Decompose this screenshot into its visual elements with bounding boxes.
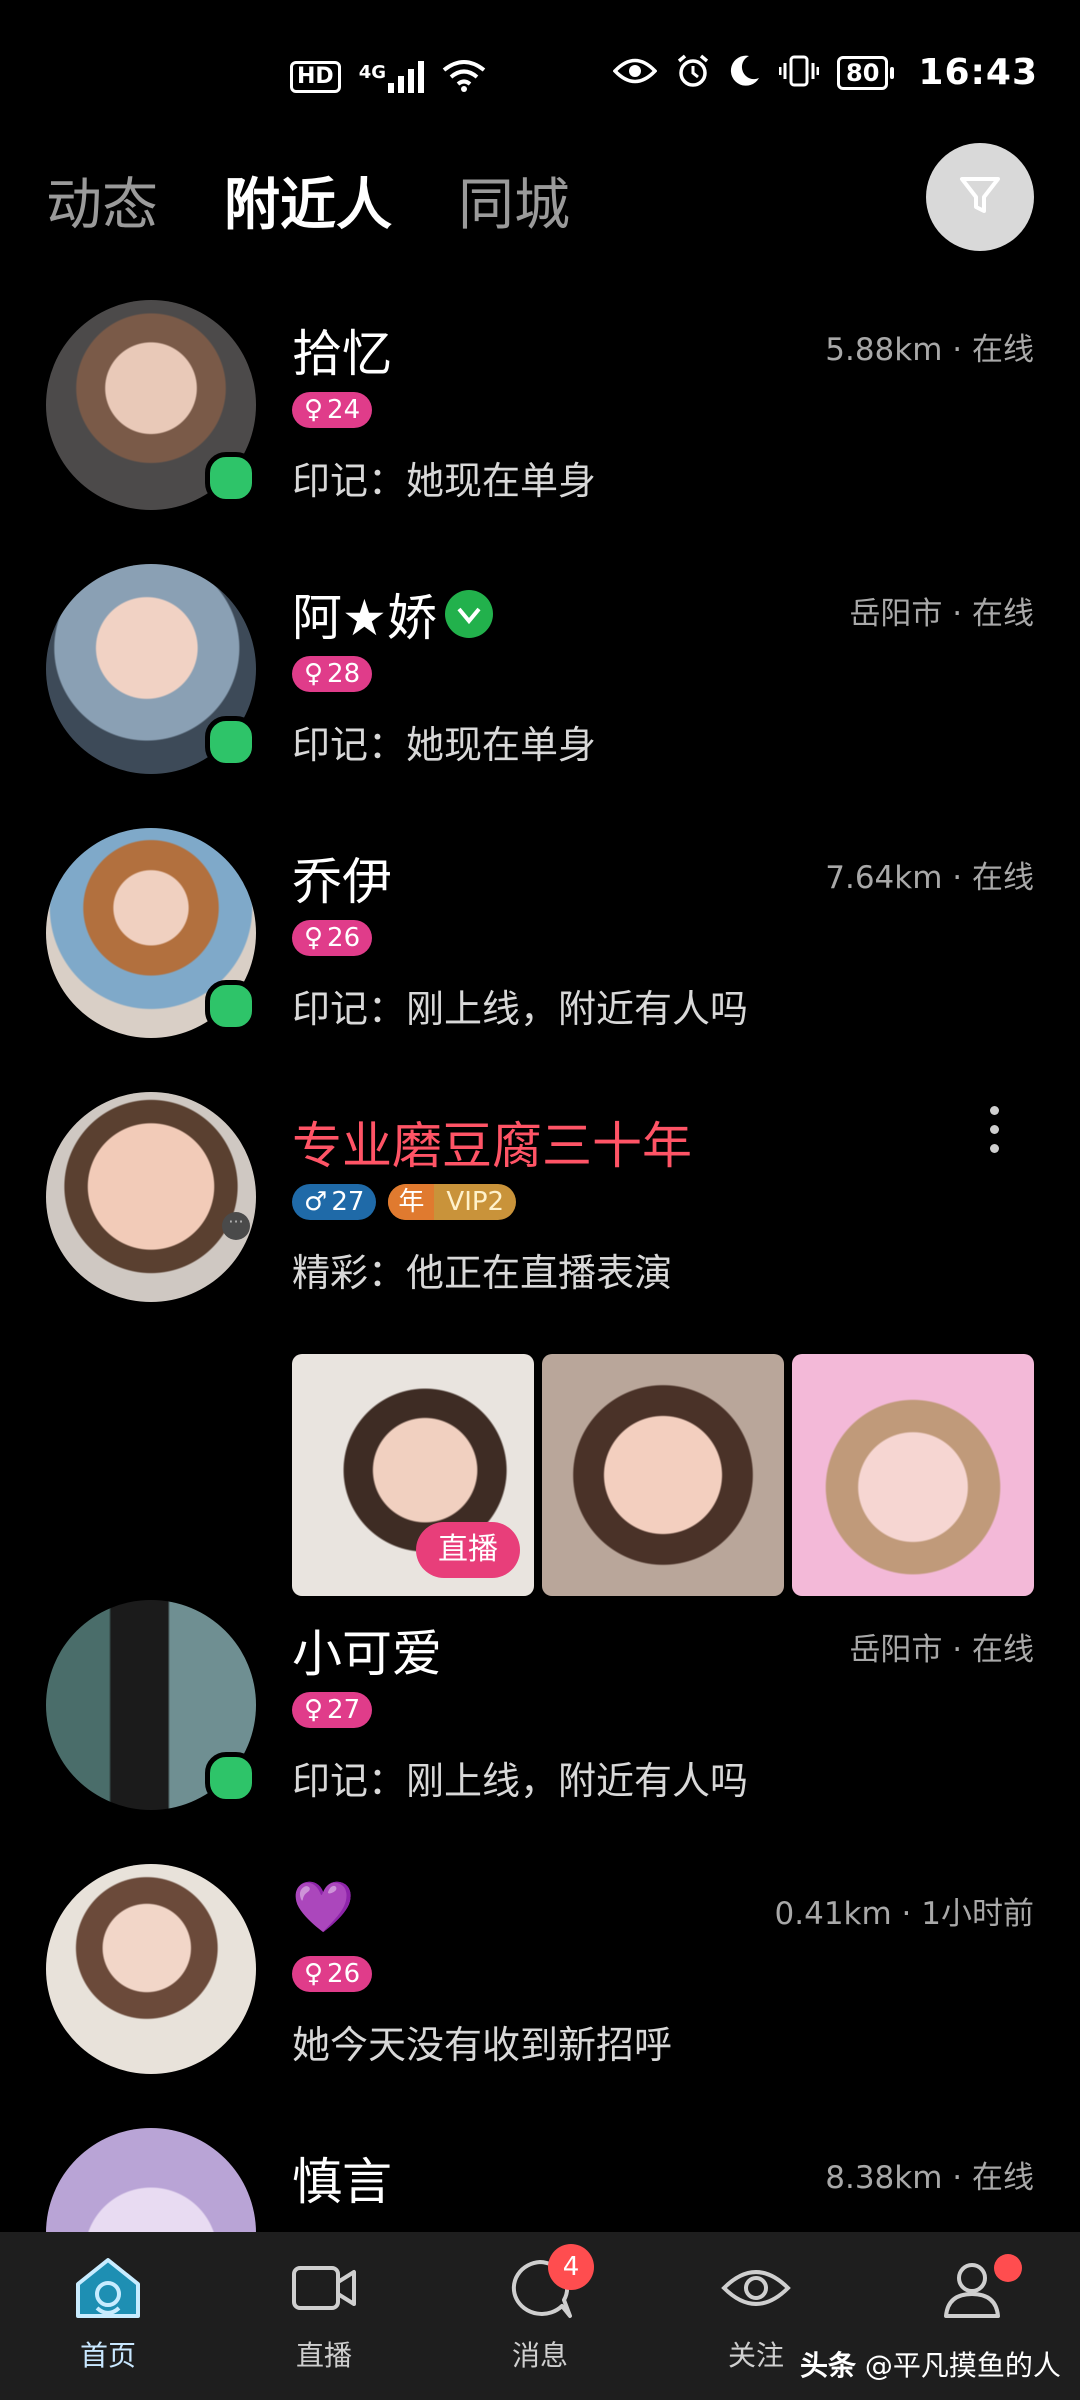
- distance-status: 5.88km · 在线: [825, 332, 1034, 368]
- avatar[interactable]: [46, 1092, 256, 1302]
- more-options-button[interactable]: [990, 1106, 1000, 1153]
- distance-status: 岳阳市 · 在线: [849, 596, 1034, 632]
- watermark: 头条 @平凡摸鱼的人: [800, 2344, 1061, 2384]
- female-icon: ♀: [304, 659, 324, 689]
- list-item[interactable]: ··· 专业磨豆腐三十年 ♂ 27 年 VIP2 精彩：他正在直播表演 直播: [0, 1084, 1080, 1596]
- badges: ♀ 28: [292, 656, 373, 692]
- user-signature: 印记：她现在单身: [292, 459, 597, 503]
- wifi-icon: [442, 58, 486, 96]
- male-icon: ♂: [304, 1187, 328, 1217]
- tab-feed[interactable]: 动态: [46, 160, 158, 241]
- eye-icon: [720, 2256, 792, 2324]
- home-icon: [72, 2256, 144, 2324]
- nav-messages[interactable]: 4 消息: [432, 2232, 648, 2400]
- avatar[interactable]: [46, 1864, 256, 2074]
- badges: ♂ 27 年 VIP2: [292, 1184, 517, 1220]
- distance-status: 岳阳市 · 在线: [849, 1632, 1034, 1668]
- tab-nearby[interactable]: 附近人: [224, 160, 392, 241]
- user-name: 小可爱: [292, 1625, 442, 1683]
- nearby-user-list: 拾忆 5.88km · 在线 ♀ 24 印记：她现在单身 阿★娇 岳阳市 · 在线…: [0, 292, 1080, 2338]
- female-icon: ♀: [304, 923, 324, 953]
- user-name: 💜: [292, 1878, 354, 1937]
- user-signature: 精彩：他正在直播表演: [292, 1251, 673, 1295]
- nav-label: 关注: [727, 2339, 784, 2372]
- clock: 16:43: [918, 52, 1038, 93]
- badges: ♀ 24: [292, 392, 373, 428]
- user-signature: 印记：她现在单身: [292, 723, 597, 767]
- badges: ♀ 27: [292, 1692, 373, 1728]
- list-item[interactable]: 拾忆 5.88km · 在线 ♀ 24 印记：她现在单身: [0, 292, 1080, 556]
- more-dots-icon: ···: [222, 1212, 250, 1240]
- live-thumbnail[interactable]: 直播: [292, 1354, 534, 1596]
- photo-thumbnail[interactable]: [542, 1354, 784, 1596]
- nav-label: 首页: [79, 2339, 136, 2372]
- female-icon: ♀: [304, 1959, 324, 1989]
- notification-dot: [994, 2254, 1022, 2282]
- video-icon: [288, 2256, 360, 2324]
- alarm-icon: [675, 53, 711, 93]
- cellular-signal-icon: 4G: [359, 61, 424, 93]
- nav-label: 直播: [295, 2339, 352, 2372]
- gender-age-badge: ♀ 27: [292, 1692, 373, 1728]
- user-signature: 她今天没有收到新招呼: [292, 2023, 673, 2067]
- distance-status: 8.38km · 在线: [825, 2160, 1034, 2196]
- distance-status: 0.41km · 1小时前: [774, 1896, 1034, 1932]
- online-status-dot: [205, 1752, 257, 1804]
- female-icon: ♀: [304, 395, 324, 425]
- watermark-brand: 头条: [800, 2349, 857, 2382]
- online-status-dot: [205, 716, 257, 768]
- gender-age-badge: ♀ 26: [292, 920, 373, 956]
- user-name: 阿★娇: [292, 578, 493, 650]
- list-item[interactable]: 小可爱 岳阳市 · 在线 ♀ 27 印记：刚上线，附近有人吗: [0, 1592, 1080, 1856]
- do-not-disturb-moon-icon: [729, 54, 761, 92]
- gender-age-badge: ♀ 28: [292, 656, 373, 692]
- online-status-dot: [205, 452, 257, 504]
- photo-thumbnail[interactable]: [792, 1354, 1034, 1596]
- online-status-dot: [205, 980, 257, 1032]
- nav-live[interactable]: 直播: [216, 2232, 432, 2400]
- filter-button[interactable]: [926, 143, 1034, 251]
- status-bar: HD 4G 80 16:43: [0, 0, 1080, 150]
- distance-status: 7.64km · 在线: [825, 860, 1034, 896]
- list-item[interactable]: 慎言 8.38km · 在线: [0, 2120, 1080, 2338]
- user-signature: 印记：刚上线，附近有人吗: [292, 987, 749, 1031]
- badges: ♀ 26: [292, 920, 373, 956]
- vibrate-icon: [778, 54, 820, 92]
- user-name: 拾忆: [292, 325, 392, 383]
- list-item[interactable]: 💜 0.41km · 1小时前 ♀ 26 她今天没有收到新招呼: [0, 1856, 1080, 2120]
- unread-count-badge: 4: [548, 2244, 594, 2290]
- hd-indicator: HD: [290, 61, 341, 93]
- top-tabs: 动态 附近人 同城: [46, 160, 570, 241]
- vip-badge: 年 VIP2: [388, 1184, 517, 1220]
- user-signature: 印记：刚上线，附近有人吗: [292, 1759, 749, 1803]
- user-name: 慎言: [292, 2153, 392, 2211]
- network-type: 4G: [358, 62, 386, 83]
- verified-check-icon: [444, 590, 493, 638]
- user-name: 专业磨豆腐三十年: [292, 1117, 692, 1175]
- gender-age-badge: ♀ 24: [292, 392, 373, 428]
- status-bar-left: HD 4G: [290, 58, 486, 96]
- badges: ♀ 26: [292, 1956, 373, 1992]
- eye-comfort-icon: [612, 56, 658, 90]
- list-item[interactable]: 乔伊 7.64km · 在线 ♀ 26 印记：刚上线，附近有人吗: [0, 820, 1080, 1084]
- battery-indicator: 80: [837, 55, 895, 90]
- photo-strip: 直播: [292, 1354, 1034, 1596]
- status-bar-right: 80 16:43: [612, 52, 1038, 93]
- nav-home[interactable]: 首页: [0, 2232, 216, 2400]
- gender-age-badge: ♀ 26: [292, 1956, 373, 1992]
- female-icon: ♀: [304, 1695, 324, 1725]
- purple-heart-icon: 💜: [292, 1878, 355, 1936]
- gender-age-badge: ♂ 27: [292, 1184, 377, 1220]
- nav-label: 消息: [511, 2339, 568, 2372]
- user-name: 乔伊: [292, 853, 392, 911]
- watermark-handle: @平凡摸鱼的人: [864, 2349, 1061, 2382]
- filter-funnel-icon: [956, 171, 1004, 223]
- live-badge: 直播: [416, 1522, 520, 1578]
- tab-same-city[interactable]: 同城: [458, 160, 570, 241]
- list-item[interactable]: 阿★娇 岳阳市 · 在线 ♀ 28 印记：她现在单身: [0, 556, 1080, 820]
